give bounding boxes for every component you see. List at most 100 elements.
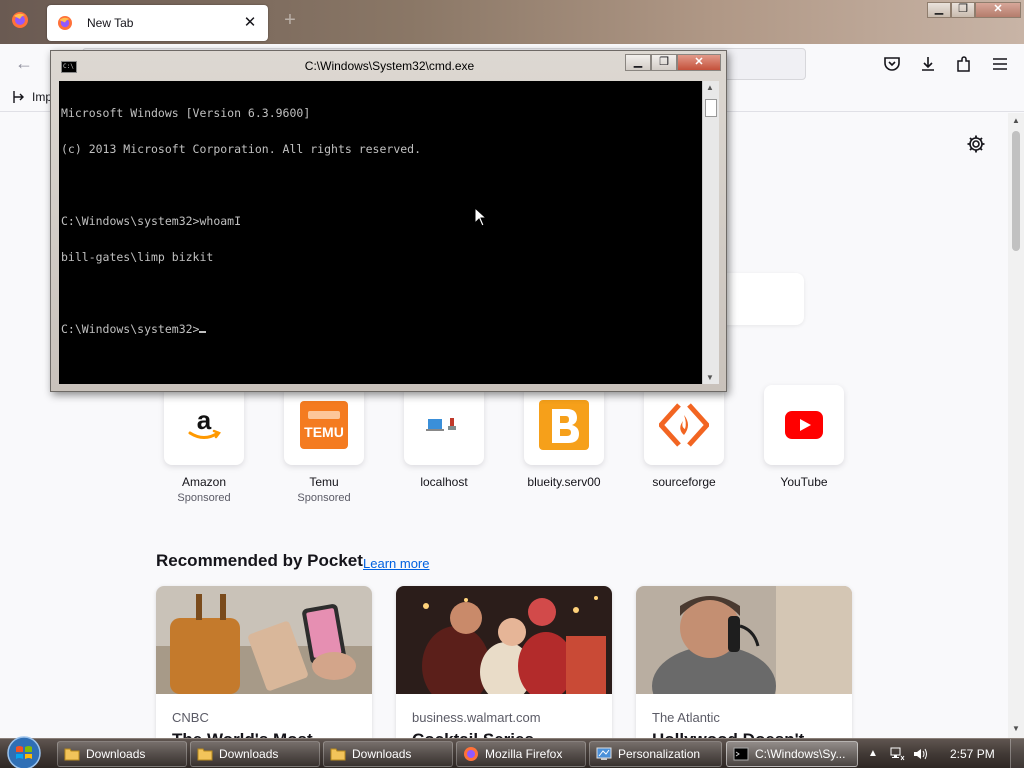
temu-logo-text: TEMU <box>304 424 344 440</box>
sponsored-label: Sponsored <box>297 492 351 504</box>
pocket-card-image <box>636 586 852 726</box>
pocket-card-cnbc[interactable]: CNBC The World's Most <box>156 586 372 746</box>
browser-minimize-button[interactable]: ▁ <box>927 2 951 18</box>
console-line: bill-gates\limp bizkit <box>61 250 214 264</box>
cmd-minimize-button[interactable]: ▁ <box>625 54 651 71</box>
volume-icon[interactable] <box>912 746 928 762</box>
taskbar-firefox[interactable]: Mozilla Firefox <box>456 741 586 767</box>
pocket-learn-more-link[interactable]: Learn more <box>363 556 429 571</box>
windows-start-button[interactable] <box>5 735 43 768</box>
taskbar-item-label: Downloads <box>352 747 412 761</box>
mouse-pointer-icon <box>474 207 488 227</box>
cmd-maximize-button[interactable]: ❐ <box>651 54 677 71</box>
youtube-icon <box>785 411 823 439</box>
pocket-card-walmart[interactable]: business.walmart.com Cocktail Series <box>396 586 612 746</box>
top-site-temu[interactable]: TEMU Temu Sponsored <box>284 385 364 504</box>
taskbar-item-label: Personalization <box>618 747 701 761</box>
console-line: Microsoft Windows [Version 6.3.9600] <box>61 106 311 120</box>
cmd-close-button[interactable]: ✕ <box>677 54 721 71</box>
hamburger-menu-icon[interactable] <box>990 54 1010 74</box>
back-button[interactable]: ← <box>12 52 36 76</box>
console-prompt-line: C:\Windows\system32> <box>61 323 700 335</box>
pocket-card-source: CNBC <box>172 710 209 725</box>
scrollbar-thumb[interactable] <box>1012 131 1020 251</box>
top-site-label: blueity.serv00 <box>527 475 601 489</box>
folder-icon <box>197 748 213 761</box>
amazon-icon: a <box>188 405 221 439</box>
page-scrollbar[interactable]: ▲ ▼ <box>1008 113 1024 738</box>
browser-close-button[interactable]: ✕ <box>975 2 1021 18</box>
top-site-blueity[interactable]: blueity.serv00 <box>524 385 604 489</box>
tab-title: New Tab <box>87 16 134 30</box>
console-prompt: C:\Windows\system32> <box>61 322 200 336</box>
pocket-icon[interactable] <box>882 54 902 74</box>
pocket-card-atlantic[interactable]: The Atlantic Hollywood Doesn't <box>636 586 852 746</box>
cmd-console-output[interactable]: Microsoft Windows [Version 6.3.9600] (c)… <box>59 81 702 384</box>
taskbar-item-label: Downloads <box>219 747 279 761</box>
top-site-label: Amazon <box>181 475 227 489</box>
cmd-scroll-down-icon[interactable]: ▼ <box>706 373 714 382</box>
taskbar-item-label: Downloads <box>86 747 146 761</box>
pocket-card-source: The Atlantic <box>652 710 720 725</box>
cmd-scroll-up-icon[interactable]: ▲ <box>706 83 714 92</box>
taskbar-downloads-2[interactable]: Downloads <box>190 741 320 767</box>
folder-icon <box>64 748 80 761</box>
firefox-menu-icon[interactable] <box>10 10 30 30</box>
network-icon[interactable] <box>889 746 905 762</box>
console-line: C:\Windows\system32>whoamI <box>61 214 242 228</box>
console-line: (c) 2013 Microsoft Corporation. All righ… <box>61 142 422 156</box>
tab-new-tab[interactable]: New Tab ✕ <box>47 5 268 41</box>
pocket-card-image <box>156 586 372 694</box>
taskbar-personalization[interactable]: Personalization <box>589 741 722 767</box>
top-site-youtube[interactable]: YouTube <box>764 385 844 489</box>
tab-strip: New Tab ✕ + ▁ ❐ ✕ <box>0 0 1024 44</box>
text-cursor <box>199 331 207 333</box>
svg-text:a: a <box>197 405 212 435</box>
sourceforge-icon <box>659 403 709 447</box>
cmd-window[interactable]: C:\ C:\Windows\System32\cmd.exe ▁ ❐ ✕ Mi… <box>50 50 727 392</box>
new-tab-button[interactable]: + <box>279 10 301 32</box>
scroll-up-arrow-icon[interactable]: ▲ <box>1012 117 1020 125</box>
scroll-down-arrow-icon[interactable]: ▼ <box>1012 725 1020 733</box>
taskbar-item-label: Mozilla Firefox <box>485 747 563 761</box>
taskbar-downloads-3[interactable]: Downloads <box>323 741 453 767</box>
taskbar-downloads-1[interactable]: Downloads <box>57 741 187 767</box>
folder-icon <box>330 748 346 761</box>
cmd-icon <box>733 747 749 761</box>
temu-icon: TEMU <box>300 401 348 449</box>
top-site-label: Temu <box>309 475 339 489</box>
show-desktop-button[interactable] <box>1010 739 1024 768</box>
import-bookmarks-label: Imp <box>32 90 53 104</box>
pocket-heading: Recommended by Pocket <box>156 551 363 570</box>
extensions-icon[interactable] <box>954 54 974 74</box>
sponsored-label: Sponsored <box>177 492 231 504</box>
pocket-card-image <box>396 586 612 706</box>
tab-close-icon[interactable]: ✕ <box>240 13 260 33</box>
top-site-sourceforge[interactable]: sourceforge <box>644 385 724 489</box>
cmd-scrollbar-thumb[interactable] <box>705 99 717 117</box>
taskbar-item-label: C:\Windows\Sy... <box>755 747 846 761</box>
top-site-amazon[interactable]: a Amazon Sponsored <box>164 385 244 504</box>
search-box[interactable] <box>716 273 804 325</box>
top-site-label: sourceforge <box>652 475 716 489</box>
taskbar-cmd[interactable]: C:\Windows\Sy... <box>726 741 858 767</box>
blueity-icon <box>539 400 589 450</box>
firefox-favicon-icon <box>58 16 72 30</box>
firefox-icon <box>464 747 478 761</box>
browser-maximize-button[interactable]: ❐ <box>951 2 975 18</box>
taskbar-clock[interactable]: 2:57 PM <box>950 747 995 761</box>
tray-expand-icon[interactable]: ▲ <box>868 748 878 759</box>
personalization-icon <box>596 747 612 760</box>
top-site-localhost[interactable]: localhost <box>404 385 484 489</box>
downloads-icon[interactable] <box>918 54 938 74</box>
pocket-card-source: business.walmart.com <box>412 710 541 725</box>
settings-gear-icon[interactable] <box>966 134 986 154</box>
cmd-scrollbar[interactable]: ▲ ▼ <box>702 81 719 384</box>
import-bookmarks-button[interactable]: Imp <box>12 90 52 104</box>
localhost-icon <box>426 418 456 431</box>
taskbar: Downloads Downloads Downloads Mozilla Fi… <box>0 735 1024 768</box>
import-icon <box>13 91 24 103</box>
top-site-label: localhost <box>420 475 468 489</box>
